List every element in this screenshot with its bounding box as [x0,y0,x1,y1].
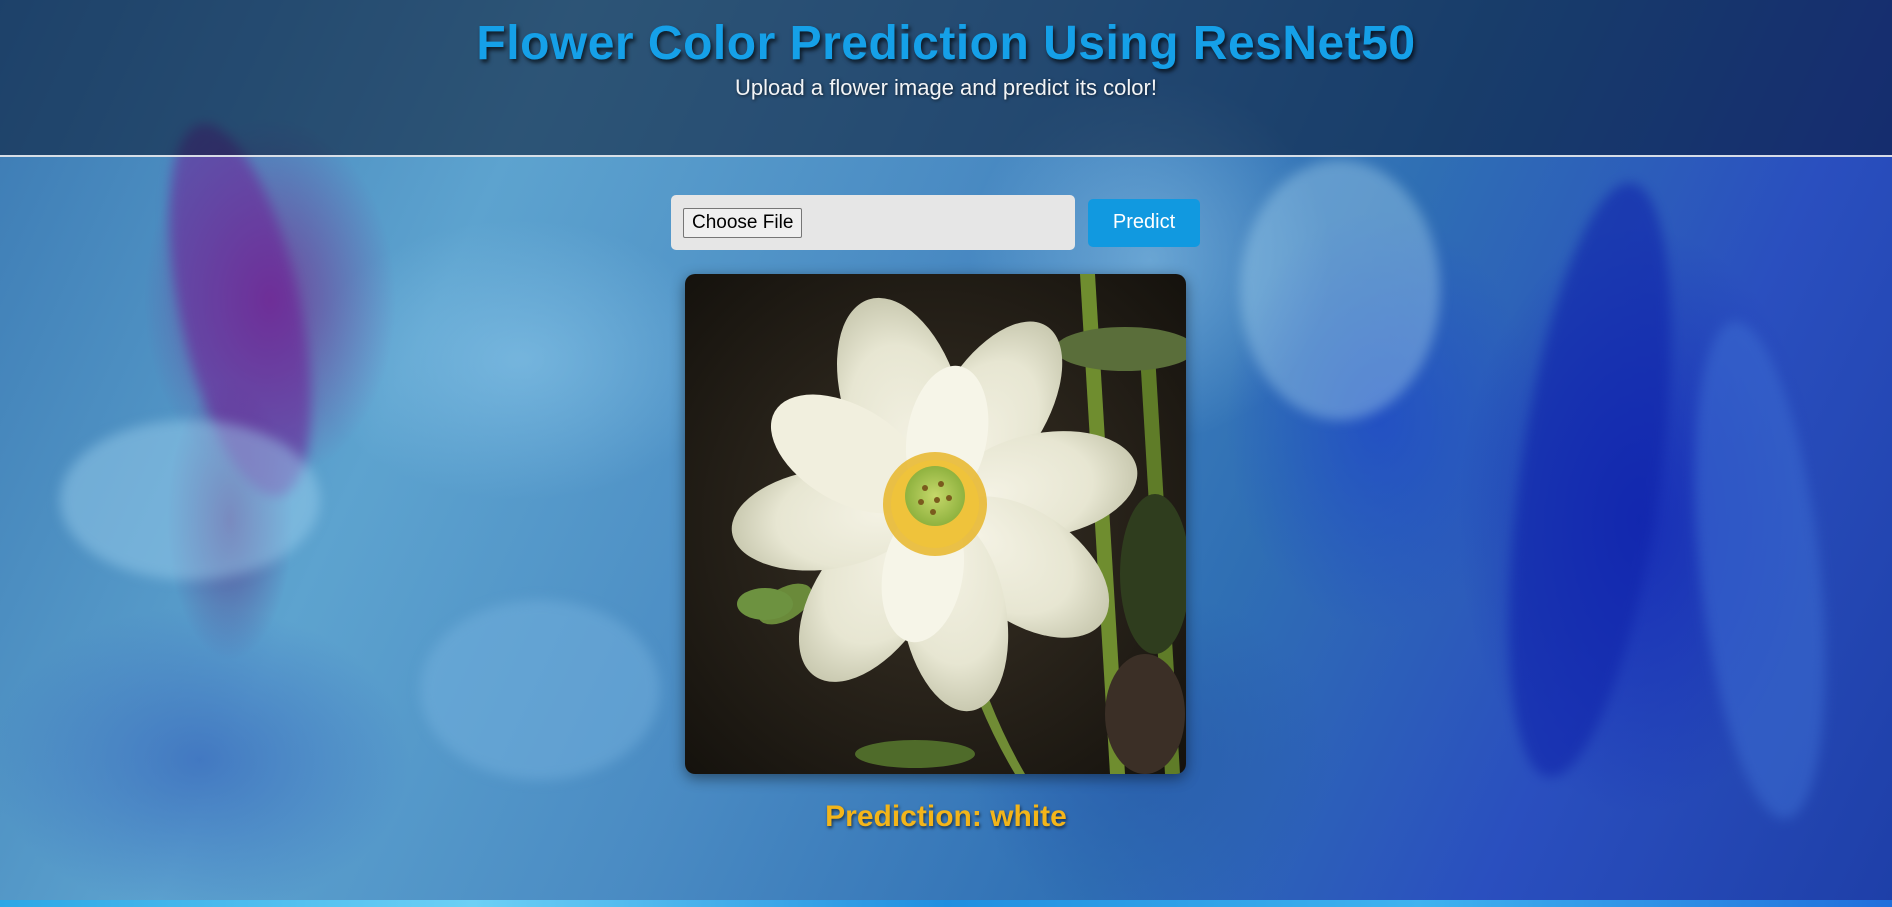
page-title: Flower Color Prediction Using ResNet50 [476,17,1416,70]
page-subtitle: Upload a flower image and predict its co… [735,75,1157,100]
flower-image [685,274,1186,774]
page-header: Flower Color Prediction Using ResNet50 U… [0,0,1892,157]
upload-form: Choose File Predict [671,195,1200,250]
choose-file-button[interactable]: Choose File [683,207,803,238]
predict-button[interactable]: Predict [1088,198,1200,247]
file-input[interactable]: Choose File [671,195,1075,250]
bottom-decoration [0,900,1892,907]
uploaded-image-preview [685,274,1186,774]
prediction-result: Prediction: white [825,800,1067,833]
